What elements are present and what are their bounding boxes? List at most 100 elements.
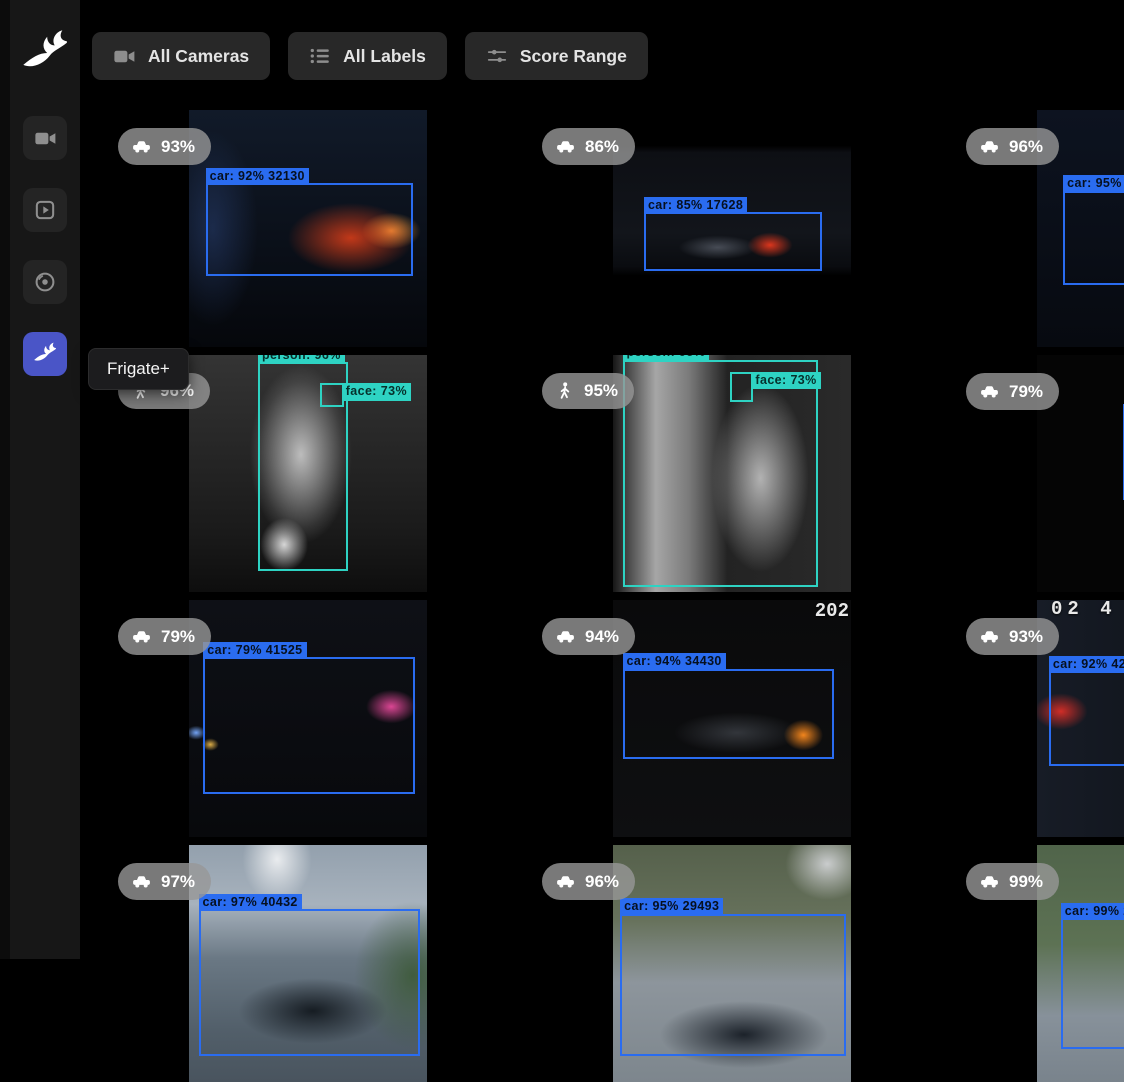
bounding-box-label: person: 95% (623, 355, 710, 362)
bounding-box: car: 85% 17628 (644, 212, 823, 271)
camera-timestamp-overlay: 02 4 05 0 (1051, 600, 1124, 620)
detection-cell: car: 99% 25 99% (944, 845, 1124, 1082)
score-badge: 86% (542, 128, 635, 165)
filter-button-score[interactable]: Score Range (465, 32, 648, 80)
sidebar-item-export[interactable] (23, 260, 67, 304)
detection-cell: car: 95% 45260 96% (944, 110, 1124, 347)
bounding-box-label: car: 95% 45260 (1063, 175, 1124, 192)
detection-thumbnail[interactable]: car: 94% 34430 202 (613, 600, 851, 837)
bounding-box-label: face: 73% (751, 372, 820, 389)
car-icon (131, 871, 152, 892)
detection-cell: car: 92% 4218 02 4 05 0 93% (944, 600, 1124, 837)
sidebar-nav (23, 116, 67, 376)
detection-thumbnail[interactable]: car: 95% 29493 (613, 845, 851, 1082)
detection-thumbnail[interactable]: person: 95%face: 73% (613, 355, 851, 592)
score-value: 86% (585, 137, 619, 157)
bounding-box: car: 92% 4218 (1049, 671, 1124, 766)
car-icon (979, 626, 1000, 647)
detection-cell: car: 94% 34430 202 94% (520, 600, 944, 837)
bounding-box: face: 73% (320, 383, 344, 407)
bounding-box-label: car: 92% 4218 (1049, 656, 1124, 673)
bounding-box: person: 95% (623, 360, 818, 588)
score-value: 95% (584, 381, 618, 401)
car-icon (979, 381, 1000, 402)
bounding-box-label: car: 94% 34430 (623, 653, 726, 670)
bounding-box-label: car: 97% 40432 (199, 894, 302, 911)
score-value: 96% (1009, 137, 1043, 157)
detection-thumbnail[interactable]: car: 97% 40432 (189, 845, 427, 1082)
filter-toolbar: All Cameras All Labels Score Range (92, 32, 648, 80)
score-value: 93% (161, 137, 195, 157)
sidebar-item-live[interactable] (23, 116, 67, 160)
frigate-logo (19, 24, 71, 82)
car-icon (979, 136, 1000, 157)
detection-cell: car: 85% 17628 86% (520, 110, 944, 347)
filter-label: All Cameras (148, 46, 249, 67)
bounding-box: car: 95% 45260 (1063, 191, 1124, 286)
bounding-box-label: car: 85% 17628 (644, 197, 747, 214)
frigate-bird-icon (32, 341, 58, 367)
score-badge: 93% (966, 618, 1059, 655)
bounding-box: face: 73% (730, 372, 754, 403)
detection-thumbnail[interactable]: car: 79% 41525 (189, 600, 427, 837)
sidebar (0, 0, 80, 959)
filter-label: All Labels (343, 46, 426, 67)
sliders-icon (486, 45, 508, 67)
labels-icon (309, 45, 331, 67)
car-icon (555, 136, 576, 157)
camera-icon (113, 45, 136, 68)
score-value: 97% (161, 872, 195, 892)
bounding-box-label: car: 95% 29493 (620, 898, 723, 915)
score-badge: 95% (542, 373, 634, 409)
bounding-box: car: 95% 29493 (620, 914, 846, 1056)
sidebar-item-frigate-plus[interactable] (23, 332, 67, 376)
score-value: 94% (585, 627, 619, 647)
detection-cell: car: 95% 2949396% (520, 845, 944, 1082)
detection-cell: person: 96%face: 73%96% (96, 355, 520, 592)
detection-thumbnail[interactable]: car: 92% 32130 (189, 110, 427, 347)
filter-button-labels[interactable]: All Labels (288, 32, 447, 80)
score-value: 79% (161, 627, 195, 647)
score-value: 79% (1009, 382, 1043, 402)
detection-cell: car: 97% 4043297% (96, 845, 520, 1082)
person-icon (555, 381, 575, 401)
bounding-box: car: 99% 25 (1061, 918, 1124, 1048)
detection-thumbnail[interactable]: car: 85% 17628 (613, 110, 851, 347)
detection-cell: car: 92% 32130 93% (96, 110, 520, 347)
score-value: 99% (1009, 872, 1043, 892)
score-badge: 96% (542, 863, 635, 900)
car-icon (131, 136, 152, 157)
detection-thumbnail[interactable]: person: 96% face: 73% (189, 355, 427, 592)
camera-timestamp-overlay: 202 (815, 600, 849, 622)
detections-grid: car: 92% 32130 93% car: 85% 17628 86% car: 9… (96, 110, 1124, 1082)
bounding-box-label: person: 96% (258, 355, 345, 364)
frigate-bird-icon (19, 24, 71, 82)
bounding-box: car: 79% 41525 (203, 657, 415, 794)
score-badge: 99% (966, 863, 1059, 900)
filter-button-cameras[interactable]: All Cameras (92, 32, 270, 80)
camera-icon (34, 127, 57, 150)
sidebar-item-review[interactable] (23, 188, 67, 232)
bounding-box-label: car: 79% 41525 (203, 642, 306, 659)
score-badge: 96% (966, 128, 1059, 165)
score-value: 93% (1009, 627, 1043, 647)
car-icon (131, 626, 152, 647)
score-value: 96% (585, 872, 619, 892)
car-icon (555, 871, 576, 892)
bounding-box: car: 94% 34430 (623, 669, 835, 759)
detection-cell: car: 79%79% (944, 355, 1124, 592)
frigate-plus-tooltip: Frigate+ (88, 348, 189, 390)
bounding-box: car: 97% 40432 (199, 909, 420, 1056)
bounding-box-label: car: 92% 32130 (206, 168, 309, 185)
detection-cell: car: 79% 41525 79% (96, 600, 520, 837)
score-badge: 94% (542, 618, 635, 655)
bounding-box-label: face: 73% (342, 383, 411, 400)
bounding-box: car: 92% 32130 (206, 183, 413, 275)
score-badge: 97% (118, 863, 211, 900)
car-icon (555, 626, 576, 647)
export-icon (33, 270, 57, 294)
car-icon (979, 871, 1000, 892)
score-badge: 79% (118, 618, 211, 655)
review-icon (33, 198, 57, 222)
score-badge: 93% (118, 128, 211, 165)
